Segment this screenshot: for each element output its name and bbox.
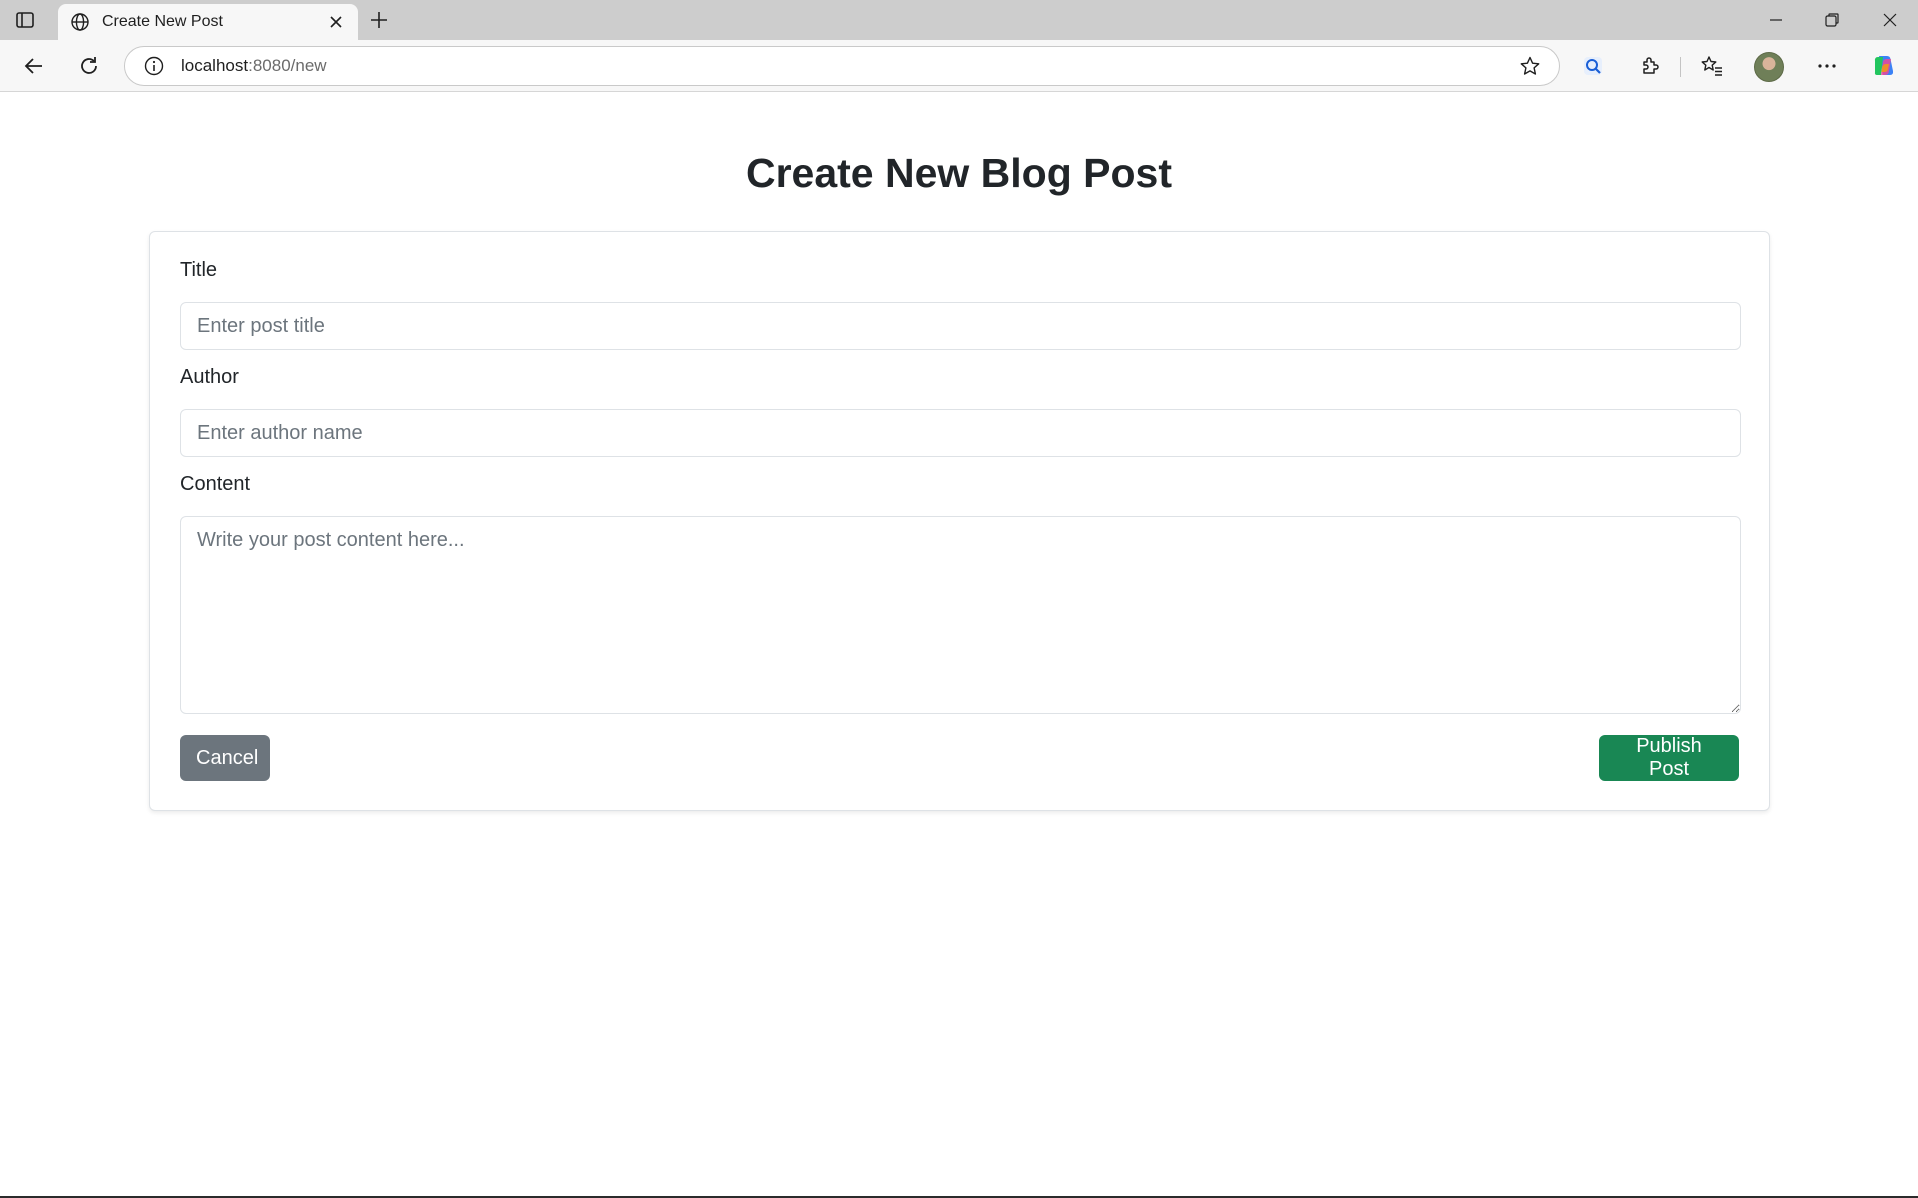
search-lens-icon[interactable] xyxy=(1579,52,1607,80)
cancel-button[interactable]: Cancel xyxy=(180,735,270,781)
tab-actions-icon[interactable] xyxy=(14,9,36,31)
copilot-icon[interactable] xyxy=(1870,52,1898,80)
browser-tab-active[interactable]: Create New Post xyxy=(58,4,358,40)
url-path: :8080/new xyxy=(248,56,327,75)
content-textarea[interactable] xyxy=(180,516,1741,714)
back-arrow-icon[interactable] xyxy=(20,52,48,80)
reload-icon[interactable] xyxy=(75,52,103,80)
content-label: Content xyxy=(180,473,251,495)
avatar[interactable] xyxy=(1754,52,1784,82)
minimize-icon[interactable] xyxy=(1762,6,1790,34)
title-label: Title xyxy=(180,259,218,281)
url-text[interactable]: localhost:8080/new xyxy=(181,56,1519,76)
page-title: Create New Blog Post xyxy=(745,150,1173,196)
url-host: localhost xyxy=(181,56,249,75)
globe-icon xyxy=(70,12,90,32)
more-dots-icon[interactable] xyxy=(1813,52,1841,80)
close-icon[interactable] xyxy=(326,12,346,32)
author-label: Author xyxy=(180,366,239,388)
puzzle-icon[interactable] xyxy=(1636,52,1664,80)
tab-strip: Create New Post xyxy=(0,0,1918,40)
author-input[interactable] xyxy=(180,409,1741,457)
plus-icon[interactable] xyxy=(367,8,391,32)
title-input[interactable] xyxy=(180,302,1741,350)
restore-icon[interactable] xyxy=(1818,6,1846,34)
page-content: Create New Blog Post Title Author Conten… xyxy=(0,92,1918,1198)
toolbar-separator xyxy=(1680,57,1681,77)
browser-toolbar: localhost:8080/new xyxy=(0,40,1918,92)
tab-title: Create New Post xyxy=(102,13,223,30)
favorites-icon[interactable] xyxy=(1698,52,1726,80)
address-bar[interactable]: localhost:8080/new xyxy=(124,46,1560,86)
info-icon[interactable] xyxy=(143,55,165,77)
publish-post-button[interactable]: Publish Post xyxy=(1599,735,1739,781)
star-icon[interactable] xyxy=(1519,55,1541,77)
close-window-icon[interactable] xyxy=(1876,6,1904,34)
post-form-card: Title Author Content Cancel Publish Post xyxy=(149,231,1770,811)
